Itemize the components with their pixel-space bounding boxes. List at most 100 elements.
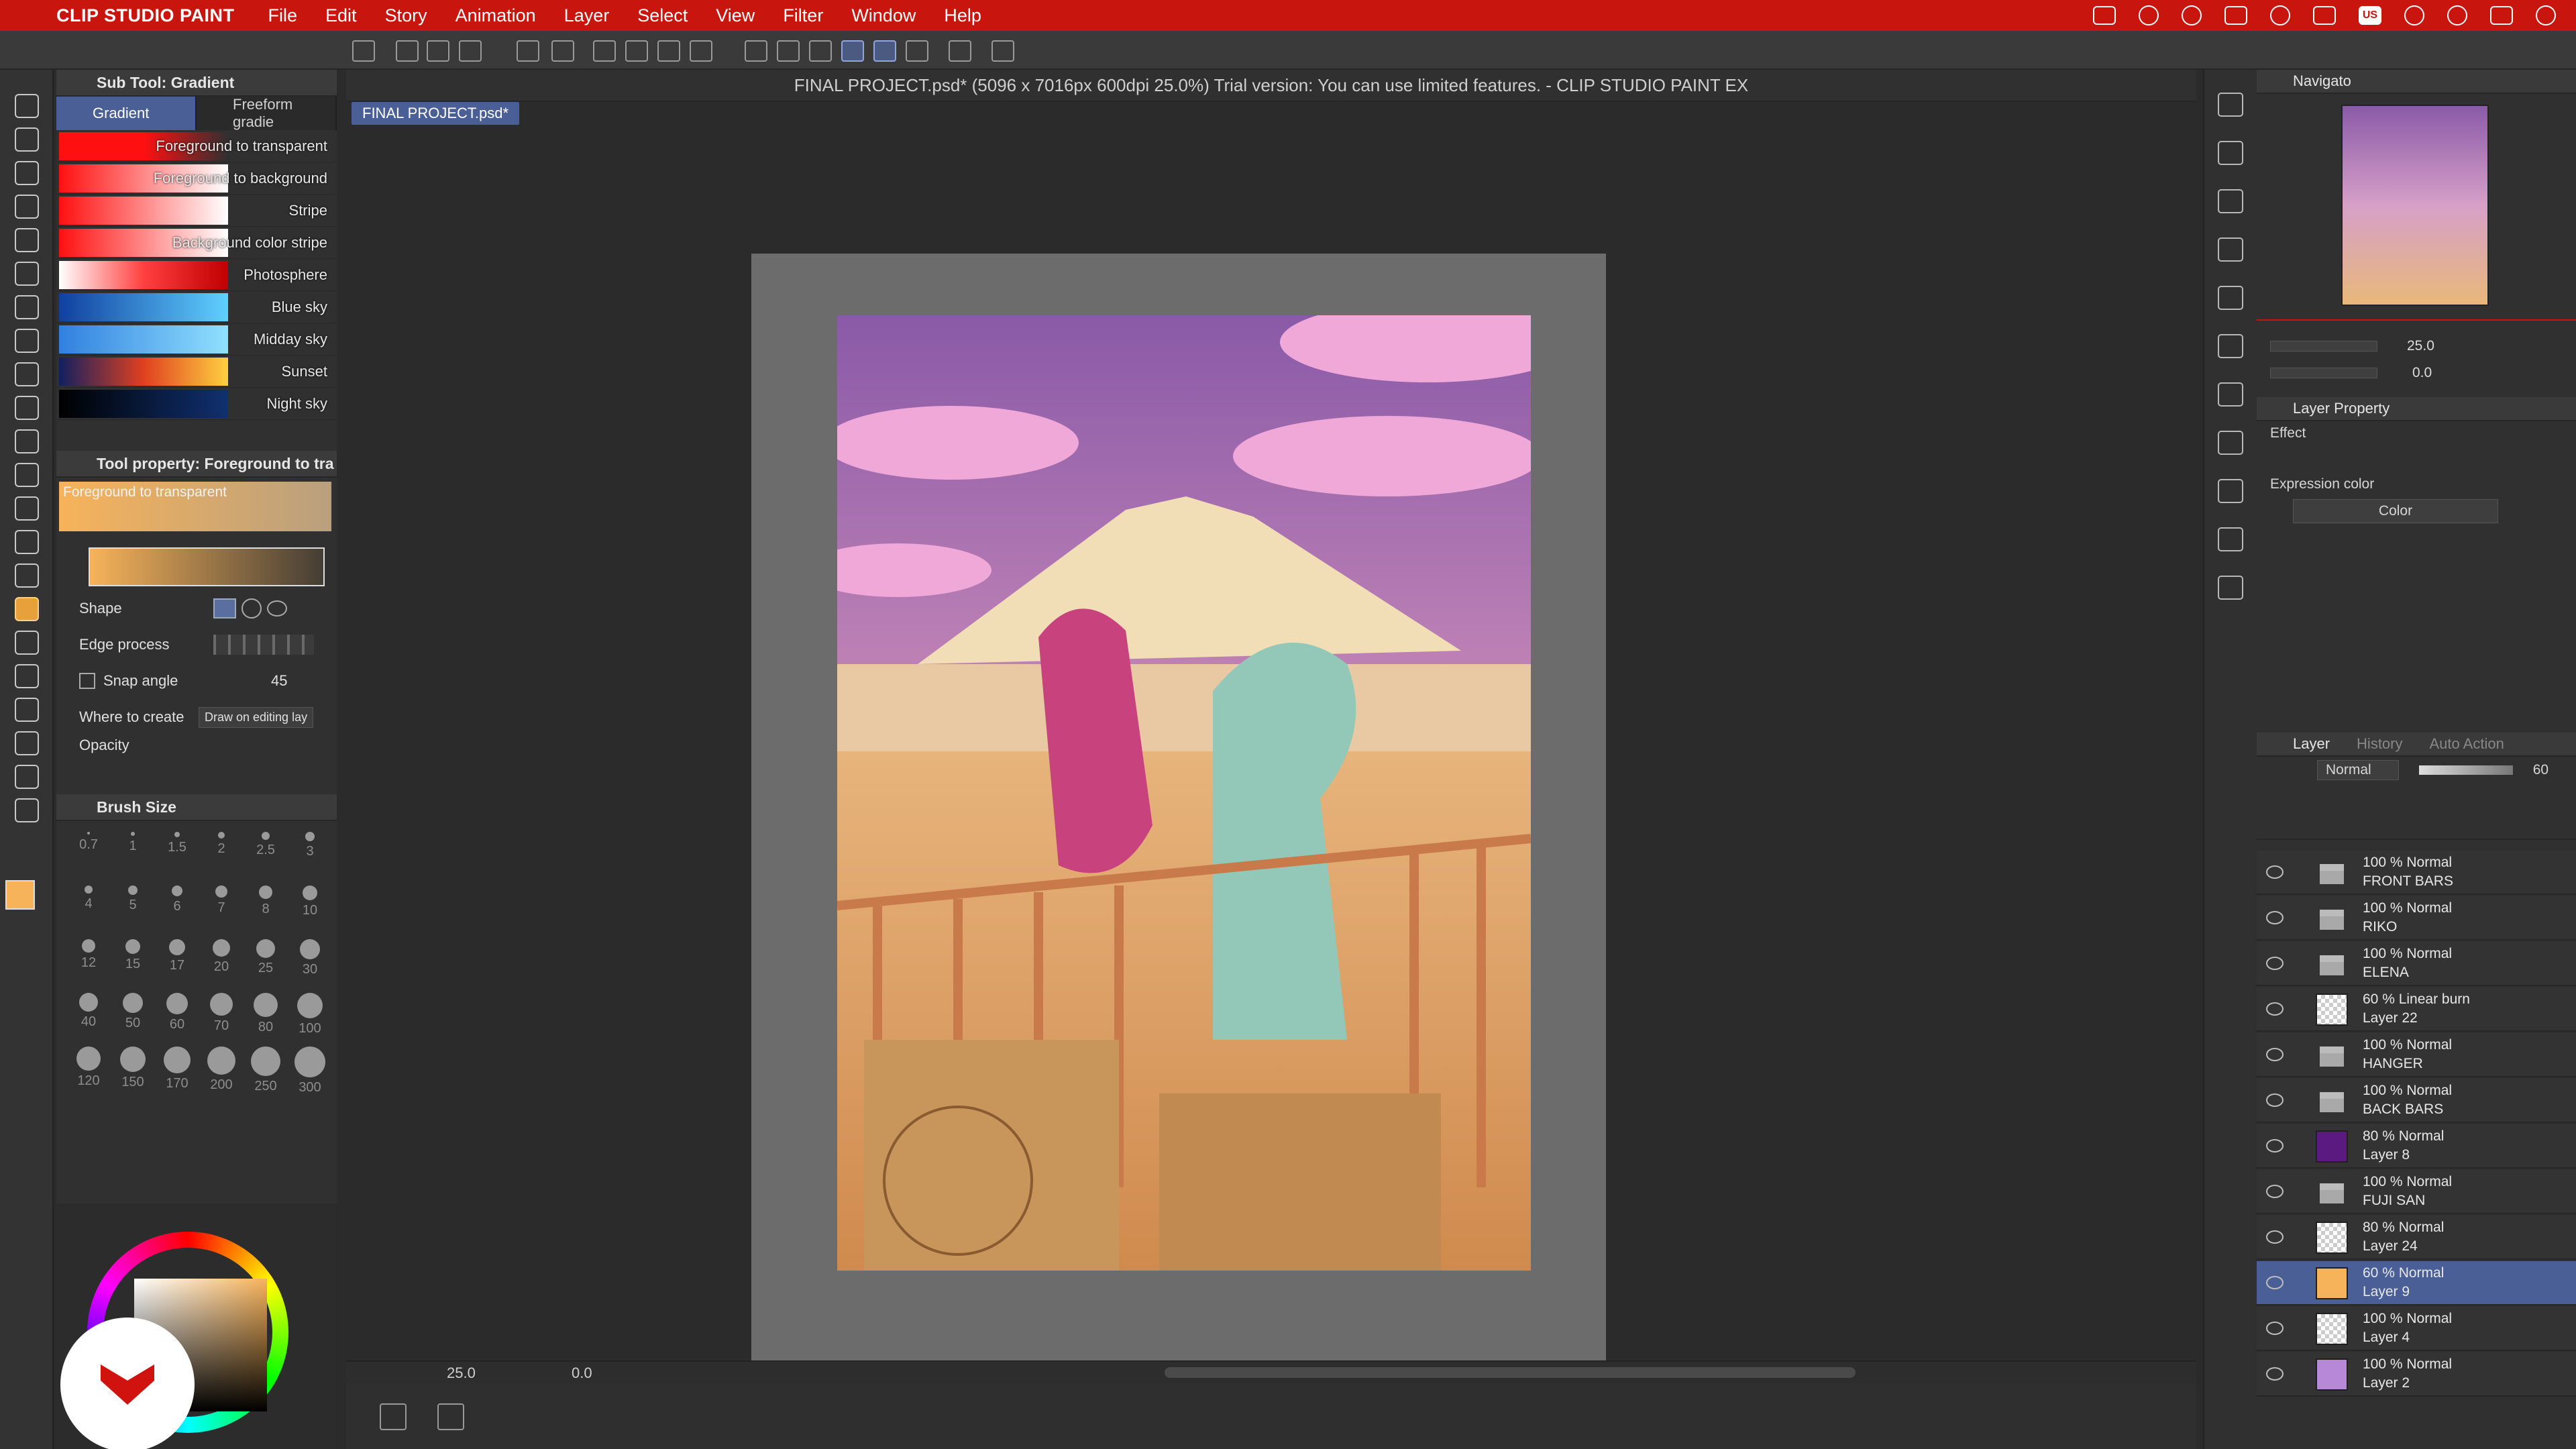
navigator-zoom-slider[interactable] (2270, 341, 2377, 352)
navigator-rotation-slider[interactable] (2270, 368, 2377, 378)
material-pattern-icon[interactable] (2218, 286, 2243, 310)
gradient-preset-row[interactable]: Night sky (56, 388, 337, 420)
menu-edit[interactable]: Edit (325, 5, 357, 26)
app-name[interactable]: CLIP STUDIO PAINT (56, 5, 235, 26)
visibility-eye-icon[interactable] (2266, 1367, 2284, 1381)
tab-history[interactable]: History (2357, 735, 2402, 753)
wifi-icon[interactable] (2404, 5, 2424, 25)
layer-row[interactable]: 60 % Linear burn Layer 22 (2257, 987, 2576, 1032)
transform-icon[interactable] (625, 40, 648, 62)
layer-row[interactable]: 100 % Normal FRONT BARS (2257, 851, 2576, 895)
brush-size-option[interactable]: 50 (114, 993, 152, 1031)
menu-file[interactable]: File (268, 5, 298, 26)
layer-row[interactable]: 60 % Normal Layer 9 (2257, 1261, 2576, 1305)
material-brush-icon[interactable] (2218, 431, 2243, 455)
battery-icon[interactable] (2313, 6, 2336, 25)
gradient-preset-row[interactable]: Background color stripe (56, 227, 337, 259)
input-source-icon[interactable]: US (2359, 6, 2381, 25)
main-color-swatch[interactable] (5, 880, 35, 910)
brush-size-option[interactable]: 80 (247, 993, 284, 1035)
gradient-editor-bar[interactable] (89, 547, 325, 586)
gradient-tool-icon[interactable] (15, 597, 39, 621)
control-center-icon[interactable] (2490, 6, 2513, 25)
frame-tool-icon[interactable] (15, 664, 39, 688)
zoom-value[interactable]: 25.0 (447, 1364, 476, 1382)
brush-size-option[interactable]: 150 (114, 1046, 152, 1090)
layer-row[interactable]: 100 % Normal BACK BARS (2257, 1079, 2576, 1123)
shape-linear-icon[interactable] (213, 598, 236, 619)
snap-ruler-icon[interactable] (745, 40, 767, 62)
brush-size-option[interactable]: 100 (291, 993, 329, 1036)
figure-tool-icon[interactable] (15, 631, 39, 655)
sub-view-icon[interactable] (2218, 141, 2243, 165)
tab-auto-action[interactable]: Auto Action (2430, 735, 2504, 753)
brush-size-option[interactable]: 20 (203, 939, 240, 975)
move-tool-icon[interactable] (15, 195, 39, 219)
gradient-preset-row[interactable]: Sunset (56, 356, 337, 388)
stabilizer-icon[interactable] (841, 40, 864, 62)
material-icon[interactable] (2218, 189, 2243, 213)
brush-size-option[interactable]: 5 (114, 885, 152, 913)
visibility-eye-icon[interactable] (2266, 1048, 2284, 1061)
eyedropper-tool-icon[interactable] (15, 295, 39, 319)
display-icon[interactable] (2224, 6, 2247, 25)
brush-size-option[interactable]: 2.5 (247, 832, 284, 858)
brush-size-option[interactable]: 70 (203, 993, 240, 1034)
search-icon[interactable] (2218, 93, 2243, 117)
brush-size-option[interactable]: 40 (70, 993, 107, 1030)
brush-size-option[interactable]: 2 (203, 832, 240, 857)
navigator-zoom-value[interactable]: 25.0 (2407, 338, 2434, 354)
visibility-eye-icon[interactable] (2266, 1230, 2284, 1244)
visibility-eye-icon[interactable] (2266, 957, 2284, 970)
help-icon[interactable] (991, 40, 1014, 62)
menu-filter[interactable]: Filter (783, 5, 823, 26)
blend-tool-icon[interactable] (15, 530, 39, 554)
close-panel-icon[interactable] (2218, 237, 2243, 262)
brush-size-option[interactable]: 7 (203, 885, 240, 916)
brush-size-option[interactable]: 15 (114, 939, 152, 972)
camera-icon[interactable] (2218, 527, 2243, 551)
menu-animation[interactable]: Animation (455, 5, 536, 26)
material-3d-icon[interactable] (2218, 382, 2243, 407)
snap-grid-icon[interactable] (777, 40, 800, 62)
power-icon[interactable] (2536, 5, 2556, 25)
snap-angle-value[interactable]: 45 (271, 672, 287, 690)
brush-size-option[interactable]: 120 (70, 1046, 107, 1089)
fit-view-icon[interactable] (437, 1403, 464, 1430)
tab-freeform-gradient[interactable]: Freeform gradie (197, 96, 337, 130)
navigator-rotation-value[interactable]: 0.0 (2412, 365, 2432, 381)
gradient-preset-row[interactable]: Blue sky (56, 291, 337, 323)
spotlight-search-icon[interactable] (2447, 5, 2467, 25)
menu-layer[interactable]: Layer (564, 5, 610, 26)
visibility-eye-icon[interactable] (2266, 1002, 2284, 1016)
selection-tool-icon[interactable] (15, 228, 39, 252)
brush-size-option[interactable]: 6 (158, 885, 196, 914)
fill-icon[interactable] (657, 40, 680, 62)
layer-row[interactable]: 100 % Normal ELENA (2257, 942, 2576, 986)
redo-icon[interactable] (551, 40, 574, 62)
new-file-icon[interactable] (396, 40, 419, 62)
rotation-value[interactable]: 0.0 (572, 1364, 592, 1382)
brush-size-option[interactable]: 8 (247, 885, 284, 917)
layer-row[interactable]: 100 % Normal Layer 4 (2257, 1307, 2576, 1351)
brush-size-option[interactable]: 300 (291, 1046, 329, 1095)
layer-row[interactable]: 100 % Normal HANGER (2257, 1033, 2576, 1077)
visibility-eye-icon[interactable] (2266, 1276, 2284, 1289)
layer-row[interactable]: 100 % Normal Layer 2 (2257, 1352, 2576, 1397)
export-icon[interactable] (2218, 576, 2243, 600)
gradient-preset-row[interactable]: Midday sky (56, 323, 337, 356)
brush-size-option[interactable]: 0.7 (70, 832, 107, 853)
clear-icon[interactable] (593, 40, 616, 62)
zoom-tool-icon[interactable] (15, 94, 39, 118)
brush-size-option[interactable]: 250 (247, 1046, 284, 1094)
correct-line-tool-icon[interactable] (15, 798, 39, 822)
fill-tool-icon[interactable] (15, 564, 39, 588)
brush-size-option[interactable]: 17 (158, 939, 196, 973)
record-icon[interactable] (2270, 5, 2290, 25)
balloon-tool-icon[interactable] (15, 765, 39, 789)
brush-size-option[interactable]: 10 (291, 885, 329, 918)
shape-circle-icon[interactable] (241, 598, 262, 619)
brush-size-option[interactable]: 3 (291, 832, 329, 859)
menu-view[interactable]: View (716, 5, 755, 26)
screen-icon[interactable] (2093, 6, 2116, 25)
